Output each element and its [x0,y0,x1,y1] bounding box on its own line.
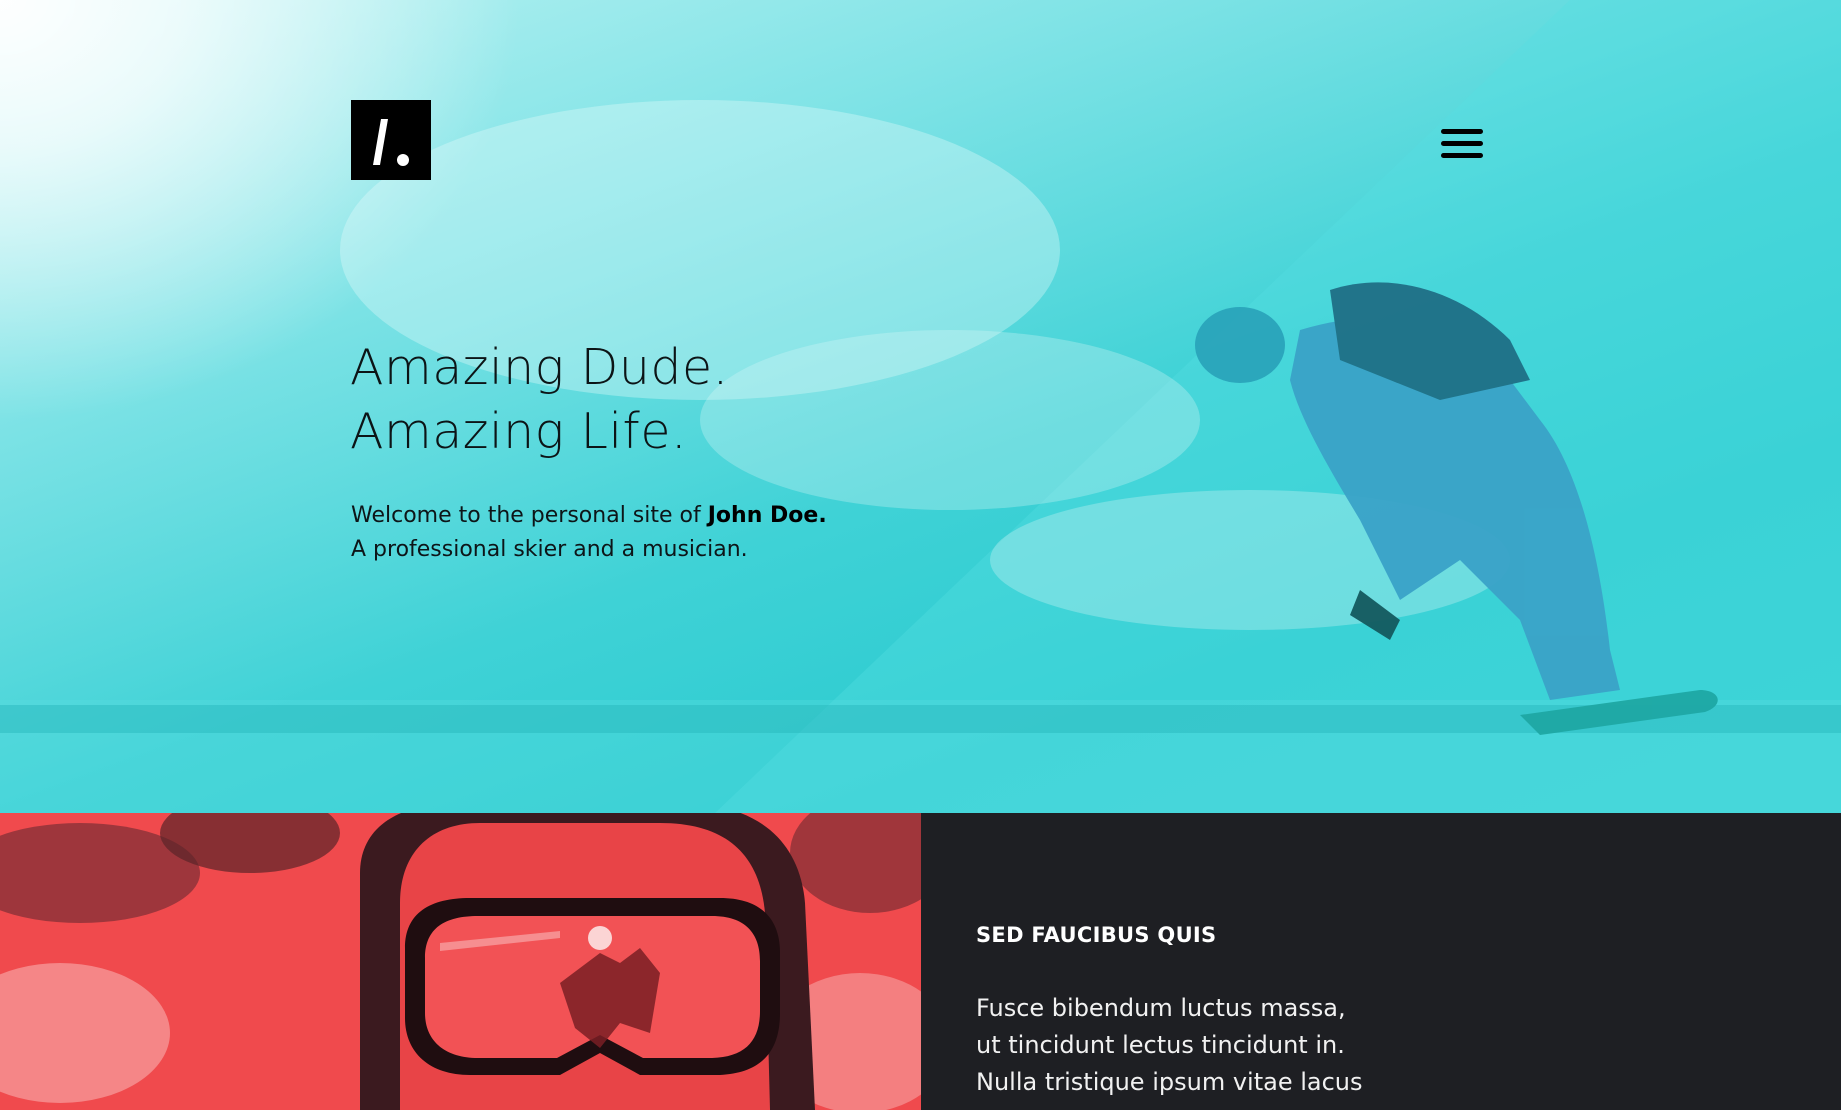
feature-text-panel: SED FAUCIBUS QUIS Fusce bibendum luctus … [921,813,1841,1110]
feature-body-line: Nulla tristique ipsum vitae lacus [976,1068,1363,1096]
feature-body: Fusce bibendum luctus massa, ut tincidun… [976,990,1576,1101]
hero-title-line-1: Amazing Dude. [350,339,729,396]
hero-intro: Welcome to the personal site of John Doe… [351,499,971,567]
skier-goggles-image [0,813,921,1110]
intro-name: John Doe. [707,503,827,528]
feature-body-line: Fusce bibendum luctus massa, [976,994,1346,1022]
slash-dot-logo-icon [373,119,409,166]
hero-section: Amazing Dude. Amazing Life. Welcome to t… [0,0,1841,813]
hero-title: Amazing Dude. Amazing Life. [350,336,950,464]
hero-intro-line-1: Welcome to the personal site of John Doe… [351,499,971,533]
hero-intro-line-2: A professional skier and a musician. [351,537,748,562]
feature-heading: SED FAUCIBUS QUIS [976,923,1217,947]
hamburger-menu-icon [1441,129,1483,134]
site-logo[interactable] [351,100,431,180]
goggles-photo-panel [0,813,921,1110]
hamburger-menu-button[interactable] [1441,129,1483,159]
hero-title-line-2: Amazing Life. [350,403,688,460]
hamburger-menu-icon-bar [1441,141,1483,146]
feature-body-line: ut tincidunt lectus tincidunt in. [976,1031,1345,1059]
intro-prefix: Welcome to the personal site of [351,503,708,528]
hamburger-menu-icon-bar [1441,153,1483,158]
